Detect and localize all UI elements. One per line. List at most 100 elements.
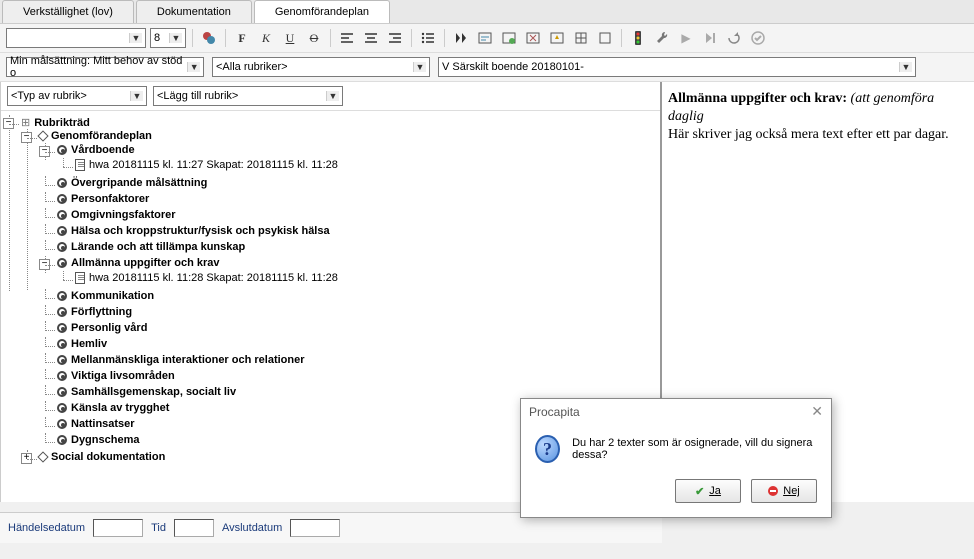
- tree-item[interactable]: Nattinsatser: [71, 418, 135, 430]
- strike-button[interactable]: O: [304, 28, 324, 48]
- tool-icon-4[interactable]: [547, 28, 567, 48]
- avslutdatum-field[interactable]: [290, 519, 340, 537]
- label-avslutdatum: Avslutdatum: [222, 522, 282, 534]
- collapse-icon[interactable]: −: [39, 259, 50, 270]
- italic-button[interactable]: K: [256, 28, 276, 48]
- traffic-light-icon[interactable]: [628, 28, 648, 48]
- tid-field[interactable]: [174, 519, 214, 537]
- node-social[interactable]: Social dokumentation: [51, 451, 165, 463]
- period-combo[interactable]: V Särskilt boende 20180101- ▼: [438, 57, 916, 77]
- rubric-row: <Typ av rubrik> ▼ <Lägg till rubrik> ▼: [1, 82, 660, 111]
- eye-icon: [57, 210, 67, 220]
- yes-button[interactable]: ✔ Ja: [675, 479, 741, 503]
- tool-icon-2[interactable]: [499, 28, 519, 48]
- tool-icon-6[interactable]: [595, 28, 615, 48]
- tree-item[interactable]: Dygnschema: [71, 434, 139, 446]
- check-icon[interactable]: [748, 28, 768, 48]
- tree-item[interactable]: Viktiga livsområden: [71, 370, 175, 382]
- no-icon: [768, 486, 778, 496]
- tree-item[interactable]: Hälsa och kroppstruktur/fysisk och psyki…: [71, 225, 330, 237]
- tree-item[interactable]: Samhällsgemenskap, socialt liv: [71, 386, 236, 398]
- tree-item[interactable]: Lärande och att tillämpa kunskap: [71, 241, 245, 253]
- chevron-down-icon: ▼: [169, 33, 182, 43]
- node-allmanna[interactable]: Allmänna uppgifter och krav: [71, 257, 220, 269]
- underline-button[interactable]: U: [280, 28, 300, 48]
- format-toolbar: ▼ 8 ▼ F K U O ▶: [0, 24, 974, 53]
- rubric-type-text: <Typ av rubrik>: [11, 90, 87, 102]
- dialog-titlebar: Procapita ✕: [521, 399, 831, 425]
- eye-icon: [57, 339, 67, 349]
- tree-item[interactable]: Omgivningsfaktorer: [71, 209, 176, 221]
- chevron-down-icon: ▼: [187, 62, 200, 72]
- content-body: Här skriver jag också mera text efter et…: [668, 126, 968, 144]
- color-icon[interactable]: [199, 28, 219, 48]
- rubric-type-combo[interactable]: <Typ av rubrik> ▼: [7, 86, 147, 106]
- content-line-1: Allmänna uppgifter och krav: (att genomf…: [668, 90, 968, 126]
- tree-item[interactable]: Mellanmänskliga interaktioner och relati…: [71, 354, 305, 366]
- tree-item[interactable]: Övergripande målsättning: [71, 177, 207, 189]
- tree-item[interactable]: Förflyttning: [71, 306, 132, 318]
- expand-icon[interactable]: +: [21, 453, 32, 464]
- tree-item[interactable]: Personfaktorer: [71, 193, 149, 205]
- tab-bar: Verkställighet (lov) Dokumentation Genom…: [0, 0, 974, 24]
- align-right-icon[interactable]: [385, 28, 405, 48]
- tree-item[interactable]: Kommunikation: [71, 290, 154, 302]
- bullet-list-icon[interactable]: [418, 28, 438, 48]
- tab-dokumentation[interactable]: Dokumentation: [136, 0, 252, 23]
- node-plan[interactable]: Genomförandeplan: [51, 130, 152, 142]
- eye-icon: [57, 323, 67, 333]
- diamond-icon: [37, 451, 48, 462]
- eye-icon: [57, 145, 67, 155]
- chevron-down-icon: ▼: [413, 62, 426, 72]
- goal-combo-text: Min målsättning: Mitt behov av stöd o: [10, 55, 184, 79]
- leaf-allmanna[interactable]: hwa 20181115 kl. 11:28 Skapat: 20181115 …: [89, 272, 338, 284]
- tool-icon-3[interactable]: [523, 28, 543, 48]
- eye-icon: [57, 403, 67, 413]
- tool-icon-1[interactable]: [475, 28, 495, 48]
- collapse-icon[interactable]: −: [39, 146, 50, 157]
- chevron-down-icon: ▼: [326, 91, 339, 101]
- play-icon[interactable]: ▶: [676, 28, 696, 48]
- close-icon[interactable]: ✕: [811, 405, 823, 419]
- collapse-icon[interactable]: −: [21, 132, 32, 143]
- eye-icon: [57, 419, 67, 429]
- step-icon[interactable]: [700, 28, 720, 48]
- align-left-icon[interactable]: [337, 28, 357, 48]
- bold-button[interactable]: F: [232, 28, 252, 48]
- align-center-icon[interactable]: [361, 28, 381, 48]
- tree-root[interactable]: Rubrikträd: [34, 117, 90, 129]
- document-icon: [75, 272, 85, 284]
- dialog-title-text: Procapita: [529, 405, 580, 419]
- confirm-dialog: Procapita ✕ ? Du har 2 texter som är osi…: [520, 398, 832, 518]
- tab-verkstallighet[interactable]: Verkställighet (lov): [2, 0, 134, 23]
- content-heading: Allmänna uppgifter och krav:: [668, 91, 847, 106]
- eye-icon: [57, 291, 67, 301]
- headings-combo[interactable]: <Alla rubriker> ▼: [212, 57, 430, 77]
- refresh-icon[interactable]: [724, 28, 744, 48]
- label-handelsedatum: Händelsedatum: [8, 522, 85, 534]
- rubric-add-combo[interactable]: <Lägg till rubrik> ▼: [153, 86, 343, 106]
- tree-item[interactable]: Känsla av trygghet: [71, 402, 169, 414]
- no-button[interactable]: Nej: [751, 479, 817, 503]
- label-tid: Tid: [151, 522, 166, 534]
- eye-icon: [57, 258, 67, 268]
- tree-item[interactable]: Personlig vård: [71, 322, 147, 334]
- rubric-add-text: <Lägg till rubrik>: [157, 90, 238, 102]
- goal-combo[interactable]: Min målsättning: Mitt behov av stöd o ▼: [6, 57, 204, 77]
- wrench-icon[interactable]: [652, 28, 672, 48]
- tab-genomforandeplan[interactable]: Genomförandeplan: [254, 0, 390, 23]
- tool-icon-5[interactable]: [571, 28, 591, 48]
- node-vardboende[interactable]: Vårdboende: [71, 144, 135, 156]
- eye-icon: [57, 307, 67, 317]
- collapse-icon[interactable]: −: [3, 118, 14, 129]
- question-icon: ?: [535, 435, 560, 463]
- find-icon[interactable]: [451, 28, 471, 48]
- eye-icon: [57, 355, 67, 365]
- eye-icon: [57, 387, 67, 397]
- font-family-combo[interactable]: ▼: [6, 28, 146, 48]
- tree-item[interactable]: Hemliv: [71, 338, 107, 350]
- eye-icon: [57, 435, 67, 445]
- font-size-combo[interactable]: 8 ▼: [150, 28, 186, 48]
- handelsedatum-field[interactable]: [93, 519, 143, 537]
- leaf-vardboende[interactable]: hwa 20181115 kl. 11:27 Skapat: 20181115 …: [89, 159, 338, 171]
